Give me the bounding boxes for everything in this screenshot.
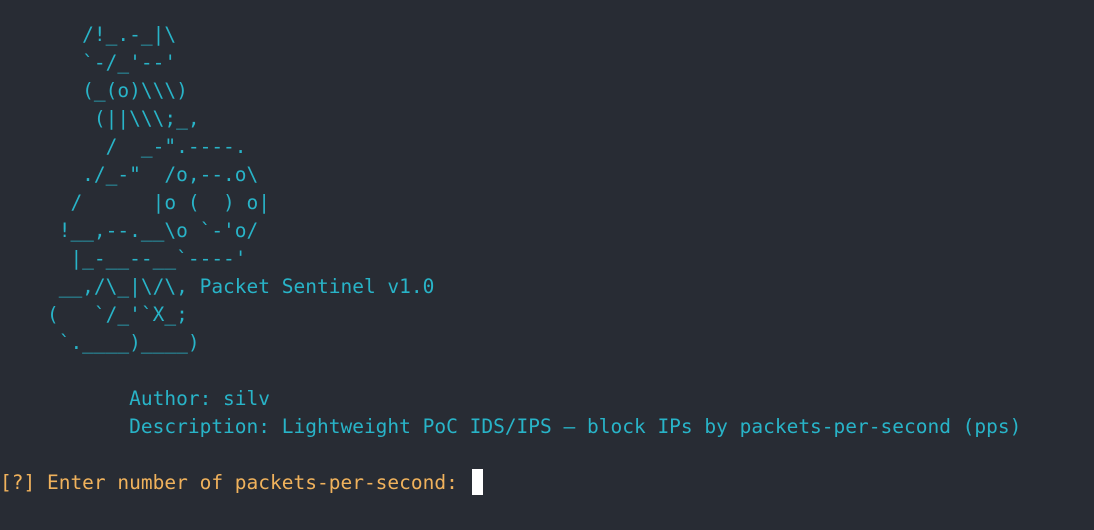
ascii-art-line: `.____)____) xyxy=(0,331,200,354)
terminal-window[interactable]: /!_.-_|\ `-/_'--' (_(o)\\\) (||\\\;_, / … xyxy=(0,0,1094,530)
author-line: Author: silv xyxy=(0,387,271,410)
description-line: Description: Lightweight PoC IDS/IPS — b… xyxy=(0,415,1022,438)
ascii-art-line: / |o ( ) o| xyxy=(0,191,271,214)
ascii-art-line: /!_.-_|\ xyxy=(0,23,177,46)
ascii-art-line: ./_-" /o,--.o\ xyxy=(0,163,259,186)
ascii-art-line: !__,--.__\o `-'o/ xyxy=(0,219,259,242)
text-cursor xyxy=(471,469,483,495)
ascii-art-line: ( `/_'`X_; xyxy=(0,303,188,326)
ascii-art-line: / _-".----. xyxy=(0,135,247,158)
banner-title-line: __,/\_|\/\, Packet Sentinel v1.0 xyxy=(0,275,435,298)
ascii-art-line: |_-__--__`----' xyxy=(0,247,247,270)
prompt-text: [?] Enter number of packets-per-second: xyxy=(0,471,470,494)
ascii-art-line: (_(o)\\\) xyxy=(0,79,188,102)
ascii-art-line: `-/_'--' xyxy=(0,51,177,74)
ascii-art-line: (||\\\;_, xyxy=(0,107,200,130)
input-prompt[interactable]: [?] Enter number of packets-per-second: xyxy=(0,469,483,497)
